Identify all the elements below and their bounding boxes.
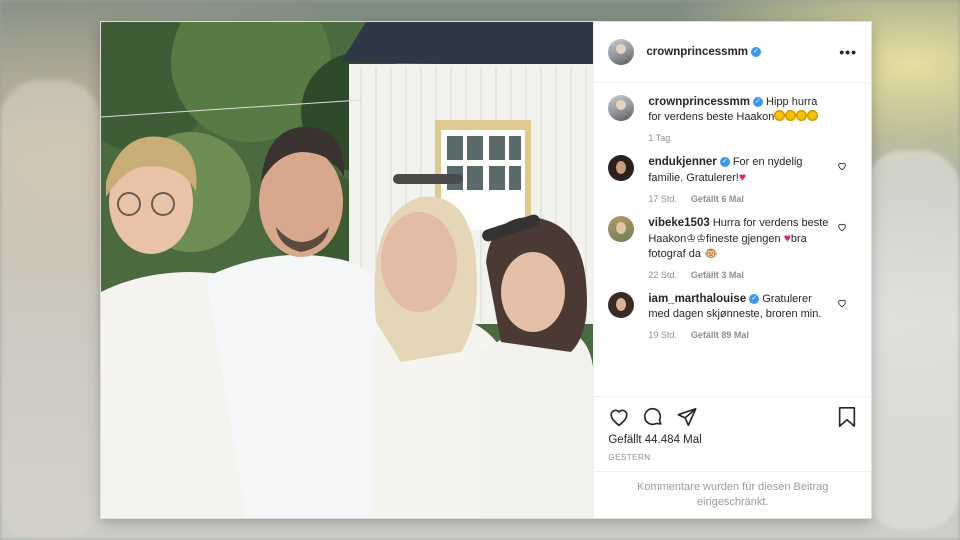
verified-icon: ✓ [752,97,763,108]
comment-author[interactable]: iam_marthalouise [648,293,746,305]
post-side-panel: crownprincessmm ✓ ••• crownprincessmm ✓ H… [593,22,871,518]
comment-item: vibeke1503 Hurra for verdens beste Haako… [608,216,857,280]
comments-disabled-notice: Kommentare wurden für diesen Beitrag ein… [594,471,871,518]
caption-author[interactable]: crownprincessmm [648,96,750,108]
monkey-emoji-icon: 🐵 [704,248,718,260]
avatar[interactable] [608,95,635,121]
heart-icon[interactable] [837,222,847,232]
red-heart-emoji-icon: ♥ [783,231,791,245]
comment-author[interactable]: vibeke1503 [648,217,709,229]
caption: crownprincessmm ✓ Hipp hurra for verdens … [608,95,857,143]
heart-icon[interactable] [837,161,847,171]
bookmark-icon[interactable] [837,406,857,428]
verified-icon: ✓ [749,294,760,305]
avatar[interactable] [608,155,635,181]
sun-emoji-icon [796,110,808,121]
crown-emoji-icon: ♔♔ [686,233,707,245]
like-count[interactable]: Gefällt 44.484 Mal [608,434,857,446]
red-heart-emoji-icon: ♥ [738,170,746,184]
comment-time[interactable]: 19 Std. [648,330,677,340]
sun-emoji-icon [774,110,786,121]
comment-likes[interactable]: Gefällt 89 Mal [691,330,749,340]
comment-likes[interactable]: Gefällt 3 Mal [691,270,744,280]
verified-icon: ✓ [719,157,730,168]
post-actions: Gefällt 44.484 Mal GESTERN [594,396,871,471]
author-username[interactable]: crownprincessmm [646,46,748,58]
comment-icon[interactable] [642,406,664,428]
post-header: crownprincessmm ✓ ••• [594,22,871,83]
avatar[interactable] [608,216,635,242]
comment-item: endukjenner ✓ For en nydelig familie. Gra… [608,155,857,204]
sun-emoji-icon [785,110,797,121]
instagram-post-card: crownprincessmm ✓ ••• crownprincessmm ✓ H… [101,22,871,518]
heart-icon[interactable] [608,406,630,428]
comment-time[interactable]: 17 Std. [648,194,677,204]
avatar[interactable] [608,292,635,318]
comment-author[interactable]: endukjenner [648,156,716,168]
post-photo[interactable] [101,22,594,518]
post-date[interactable]: GESTERN [608,453,857,462]
sun-emoji-icon [807,110,819,121]
comment-likes[interactable]: Gefällt 6 Mal [691,194,744,204]
share-icon[interactable] [676,406,698,428]
more-icon[interactable]: ••• [839,44,857,60]
comment-text: fineste gjengen [706,233,781,245]
comment-item: iam_marthalouise ✓ Gratulerer med dagen s… [608,292,857,340]
comments-list[interactable]: crownprincessmm ✓ Hipp hurra for verdens … [594,83,871,396]
caption-time[interactable]: 1 Tag [648,133,670,143]
heart-icon[interactable] [837,298,847,308]
avatar[interactable] [608,39,635,65]
comment-time[interactable]: 22 Std. [648,270,677,280]
verified-icon: ✓ [750,47,761,57]
